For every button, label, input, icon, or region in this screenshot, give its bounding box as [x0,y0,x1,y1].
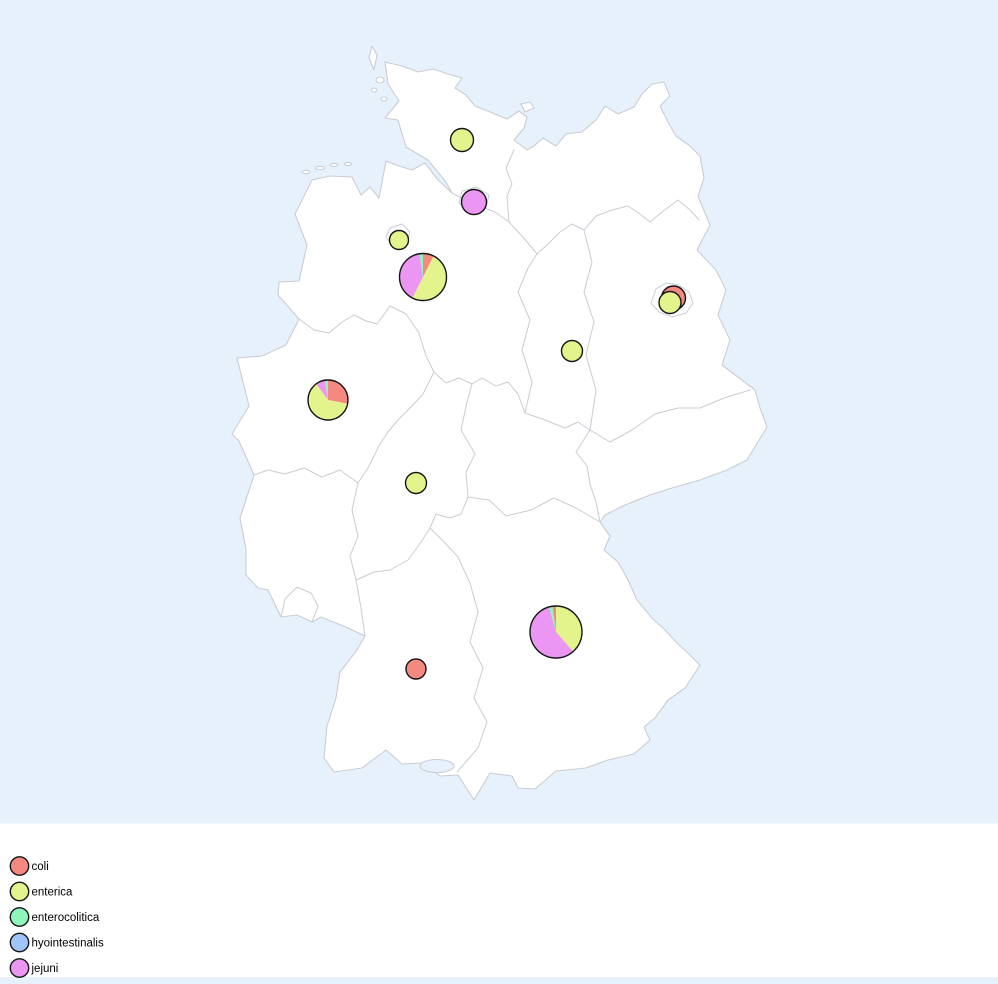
pie-baden-wuerttemberg [406,659,426,679]
island-foehr [376,77,384,83]
pie-berlin-enterica [659,292,681,314]
legend-swatch-icon [10,908,28,926]
island-east-frisia-2 [316,166,325,169]
pie-hesse [406,473,427,494]
pie-bremen [390,231,409,250]
legend-swatch-icon [10,959,28,977]
island-pellworm [381,97,387,101]
pie-north-rhine-westphalia [308,380,348,420]
legend: coli enterica enterocolitica hyointestin… [0,824,998,978]
pie-schleswig-holstein [451,129,474,152]
legend-swatch-icon [10,882,28,900]
pie-bavaria [530,606,582,658]
legend-label: coli [32,861,49,873]
legend-swatch-icon [10,857,28,875]
pie-lower-saxony [399,254,446,301]
pie-saxony-anhalt [562,341,583,362]
legend-label: jejuni [31,963,59,975]
legend-label: enterica [32,887,74,899]
legend-swatch-icon [10,933,28,951]
island-east-frisia-1 [302,170,310,173]
pie-hamburg [462,190,487,215]
legend-label: hyointestinalis [32,938,104,950]
legend-label: enterocolitica [32,912,100,924]
germany-pie-map: coli enterica enterocolitica hyointestin… [0,0,998,984]
legend-background [0,824,998,978]
lake-constance [420,760,454,773]
island-east-frisia-4 [345,162,352,165]
island-amrum [372,88,377,92]
island-east-frisia-3 [330,163,338,166]
